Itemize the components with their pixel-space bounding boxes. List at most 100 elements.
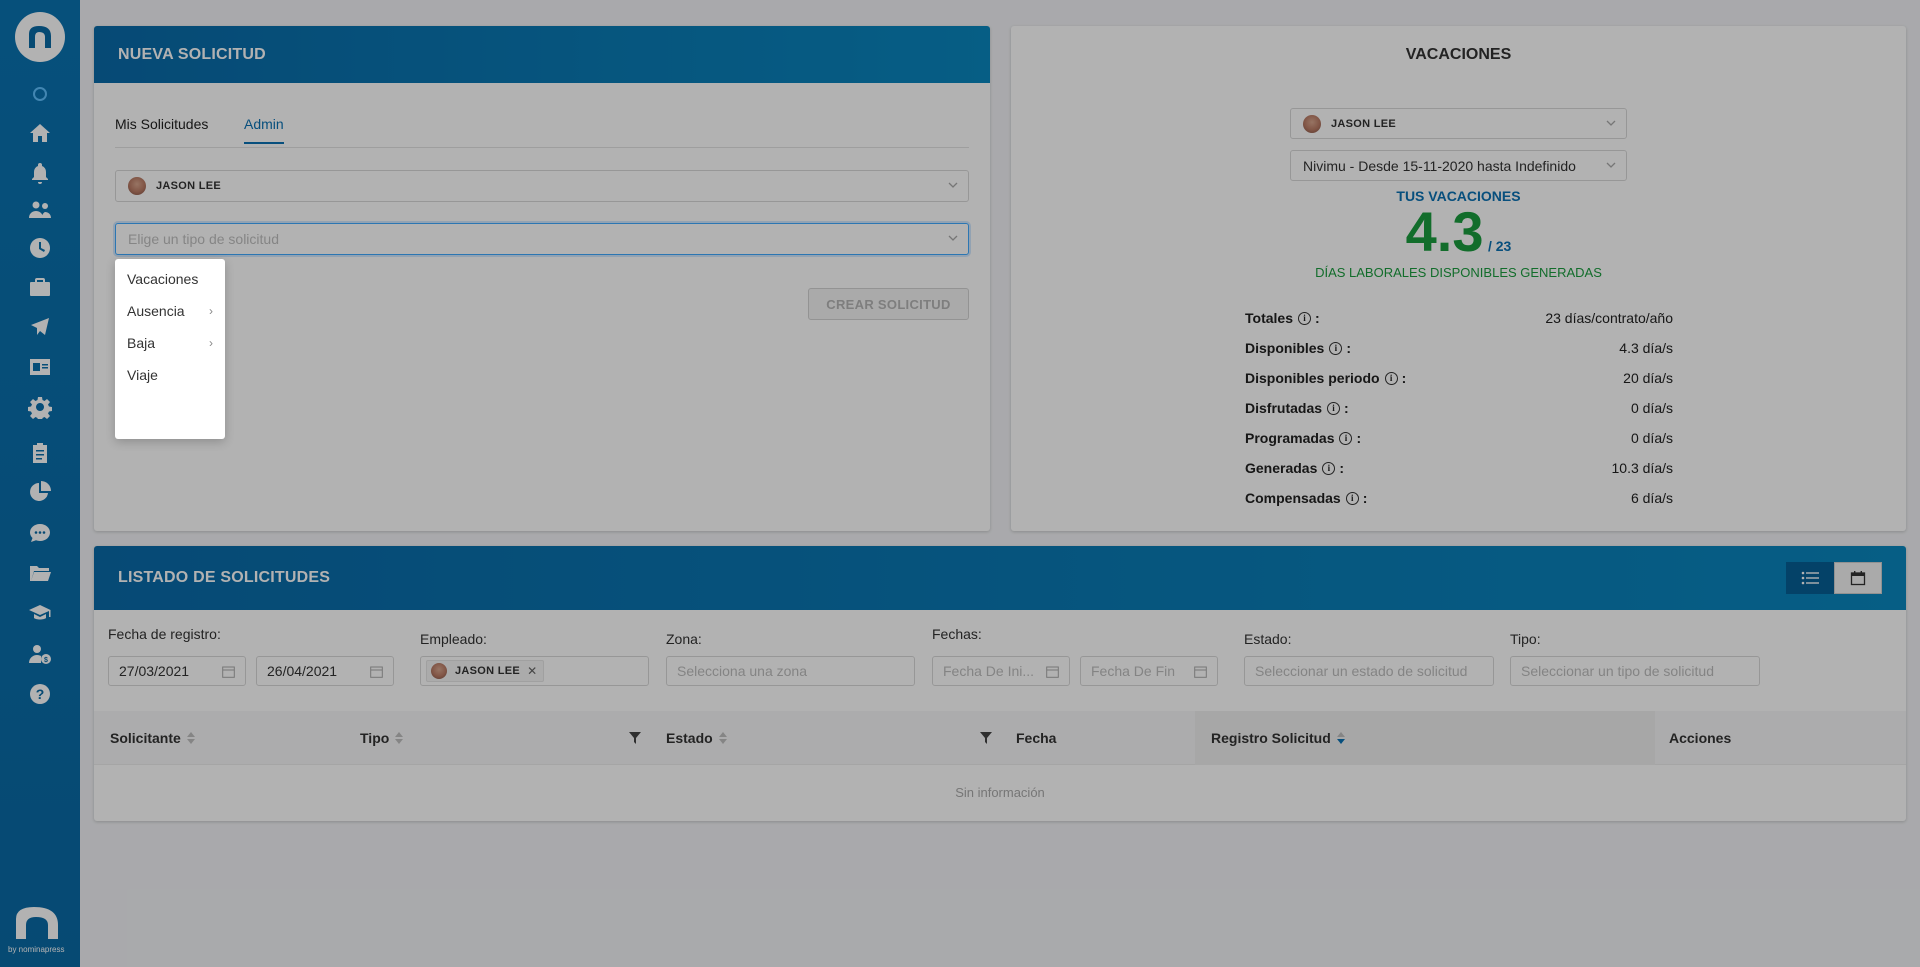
estado-select[interactable]: Seleccionar un estado de solicitud	[1244, 656, 1494, 686]
info-icon[interactable]: i	[1345, 491, 1359, 505]
filter-icon[interactable]	[629, 732, 641, 744]
info-icon[interactable]: i	[1339, 431, 1353, 445]
fecha-desde-input[interactable]: 27/03/2021	[108, 656, 246, 686]
svg-text:$: $	[44, 657, 48, 664]
stat-value: 23 días/contrato/año	[1545, 310, 1673, 326]
sort-icon	[186, 732, 195, 744]
listado-title: LISTADO DE SOLICITUDES	[118, 569, 331, 586]
col-estado[interactable]: Estado	[666, 711, 727, 765]
stat-value: 10.3 día/s	[1611, 460, 1674, 476]
list-view-button[interactable]	[1786, 562, 1834, 594]
create-request-button[interactable]: CREAR SOLICITUD	[808, 288, 969, 320]
col-registro-solicitud[interactable]: Registro Solicitud	[1195, 711, 1655, 765]
filter-icon[interactable]	[980, 732, 992, 744]
stat-label: Totales	[1245, 310, 1293, 326]
byline: by nominapress	[8, 945, 65, 954]
stat-row: Disponibles i: 4.3 día/s	[1245, 340, 1673, 356]
empleado-label: Empleado:	[420, 631, 487, 647]
fechas-label: Fechas:	[932, 626, 982, 642]
dropdown-item-ausencia[interactable]: Ausencia ›	[115, 295, 225, 327]
fecha-desde-value: 27/03/2021	[119, 663, 190, 679]
calendar-view-button[interactable]	[1834, 562, 1882, 594]
tipo-select[interactable]: Seleccionar un tipo de solicitud	[1510, 656, 1760, 686]
col-label: Tipo	[360, 730, 390, 746]
fecha-fin-input[interactable]: Fecha De Fin	[1080, 656, 1218, 686]
fecha-inicio-input[interactable]: Fecha De Ini...	[932, 656, 1070, 686]
view-toggle	[1786, 562, 1882, 594]
fecha-hasta-input[interactable]: 26/04/2021	[256, 656, 394, 686]
graduation-icon[interactable]	[26, 599, 54, 627]
card-title: NUEVA SOLICITUD	[94, 26, 990, 83]
empleado-select[interactable]: JASON LEE ✕	[420, 656, 649, 686]
col-tipo[interactable]: Tipo	[360, 711, 404, 765]
zona-select[interactable]: Selecciona una zona	[666, 656, 915, 686]
request-type-select[interactable]: Elige un tipo de solicitud	[115, 223, 969, 255]
stat-row: Disponibles periodo i: 20 día/s	[1245, 370, 1673, 386]
employee-tag: JASON LEE ✕	[426, 660, 545, 682]
sort-icon	[718, 732, 727, 744]
id-card-icon[interactable]	[26, 353, 54, 381]
folder-icon[interactable]	[26, 559, 54, 587]
home-icon[interactable]	[26, 119, 54, 147]
calendar-icon	[1194, 666, 1207, 678]
list-icon	[1801, 571, 1819, 585]
dropdown-item-vacaciones[interactable]: Vacaciones	[115, 263, 225, 295]
available-caption: DÍAS LABORALES DISPONIBLES GENERADAS	[1315, 265, 1602, 280]
available-days: 4.3	[1405, 200, 1484, 263]
status-dot-icon	[33, 87, 47, 101]
employee-select[interactable]: JASON LEE	[115, 170, 969, 202]
empty-state: Sin información	[955, 784, 1045, 800]
vac-employee-select[interactable]: JASON LEE	[1290, 108, 1627, 139]
calendar-icon	[370, 666, 383, 678]
card-title: LISTADO DE SOLICITUDES	[94, 546, 1906, 610]
remove-tag-icon[interactable]: ✕	[527, 664, 537, 678]
fecha-hasta-value: 26/04/2021	[267, 663, 338, 679]
stat-row: Compensadas i: 6 día/s	[1245, 490, 1673, 506]
listado-card: LISTADO DE SOLICITUDES Fecha de registro…	[94, 546, 1906, 821]
gear-icon[interactable]	[26, 393, 54, 421]
stat-row: Totales i: 23 días/contrato/año	[1245, 310, 1673, 326]
users-icon[interactable]	[26, 196, 54, 224]
stat-value: 20 día/s	[1623, 370, 1673, 386]
sort-icon	[395, 732, 404, 744]
help-icon[interactable]: ?	[26, 680, 54, 708]
tipo-label: Tipo:	[1510, 631, 1541, 647]
period-select[interactable]: Nivimu - Desde 15-11-2020 hasta Indefini…	[1290, 150, 1627, 181]
info-icon[interactable]: i	[1329, 341, 1343, 355]
vacaciones-card: VACACIONES JASON LEE Nivimu - Desde 15-1…	[1011, 26, 1906, 531]
request-type-dropdown: Vacaciones Ausencia › Baja › Viaje	[115, 259, 225, 439]
stat-value: 0 día/s	[1630, 400, 1673, 416]
tab-admin[interactable]: Admin	[244, 116, 284, 144]
user-money-icon[interactable]: $	[26, 640, 54, 668]
pie-chart-icon[interactable]	[26, 478, 54, 506]
clock-icon[interactable]	[26, 234, 54, 262]
dropdown-item-baja[interactable]: Baja ›	[115, 327, 225, 359]
chevron-down-icon	[948, 182, 958, 188]
info-icon[interactable]: i	[1297, 311, 1311, 325]
stat-label: Disponibles periodo	[1245, 370, 1380, 386]
col-solicitante[interactable]: Solicitante	[110, 711, 195, 765]
col-acciones: Acciones	[1669, 711, 1731, 765]
calendar-icon	[1850, 571, 1866, 586]
info-icon[interactable]: i	[1384, 371, 1398, 385]
tab-mis-solicitudes[interactable]: Mis Solicitudes	[115, 116, 208, 142]
app-logo[interactable]	[15, 12, 65, 62]
employee-name: JASON LEE	[1331, 117, 1397, 130]
col-label: Registro Solicitud	[1211, 730, 1331, 746]
col-label: Fecha	[1016, 730, 1057, 746]
dropdown-item-label: Baja	[127, 335, 156, 351]
info-icon[interactable]: i	[1322, 461, 1336, 475]
briefcase-icon[interactable]	[26, 273, 54, 301]
nominapress-logo-icon	[29, 26, 51, 48]
stat-label: Generadas	[1245, 460, 1318, 476]
info-icon[interactable]: i	[1327, 401, 1341, 415]
bell-icon[interactable]	[26, 159, 54, 187]
plane-icon[interactable]	[26, 313, 54, 341]
clipboard-icon[interactable]	[26, 439, 54, 467]
dropdown-item-label: Ausencia	[127, 303, 185, 319]
chat-icon[interactable]	[26, 519, 54, 547]
fecha-registro-label: Fecha de registro:	[108, 626, 221, 642]
table-header: Solicitante Tipo Estado Fecha Registro S…	[94, 711, 1906, 765]
dropdown-item-viaje[interactable]: Viaje	[115, 359, 225, 391]
stat-value: 6 día/s	[1630, 490, 1673, 506]
